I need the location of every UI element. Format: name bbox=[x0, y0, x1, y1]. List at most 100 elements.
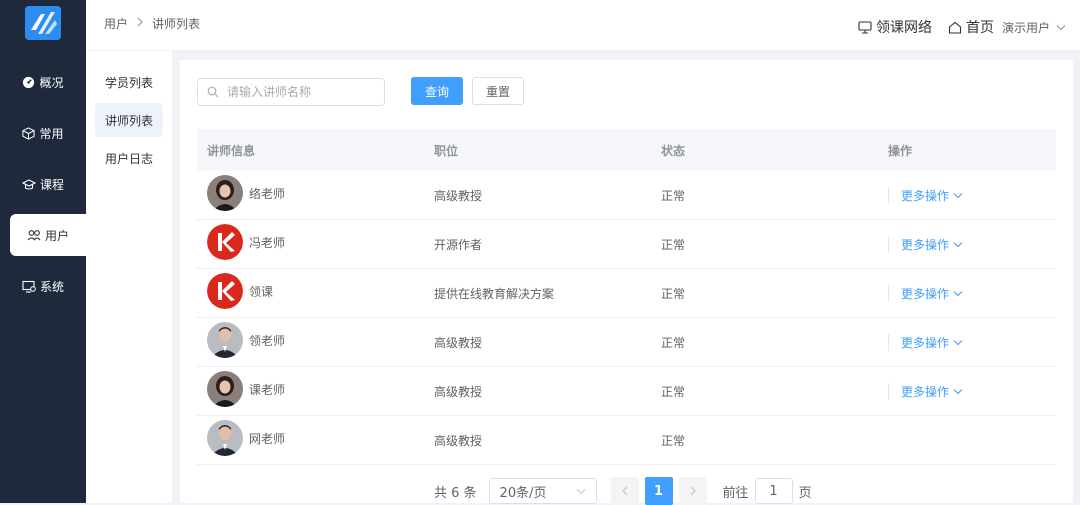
sidebar-item-label: 课程 bbox=[39, 177, 64, 192]
logo-icon bbox=[25, 6, 61, 40]
user-menu[interactable]: 演示用户 bbox=[1002, 19, 1066, 36]
home-link[interactable]: 首页 bbox=[948, 17, 994, 37]
cell-position: 高级教授 bbox=[434, 433, 483, 448]
chevron-down-icon bbox=[953, 192, 963, 199]
chevron-right-icon bbox=[690, 486, 696, 496]
table-header: 讲师信息 职位 状态 操作 bbox=[197, 129, 1056, 171]
chevron-down-icon bbox=[576, 484, 586, 499]
users-icon bbox=[27, 229, 41, 242]
more-actions-label: 更多操作 bbox=[901, 237, 950, 252]
chevron-down-icon bbox=[1056, 24, 1066, 31]
subnav-item-students[interactable]: 学员列表 bbox=[95, 65, 163, 99]
subnav-item-label: 讲师列表 bbox=[104, 113, 153, 128]
more-actions-dropdown[interactable]: 更多操作 bbox=[888, 333, 1056, 351]
goto-page-input[interactable] bbox=[754, 478, 793, 504]
table-row: 领课 提供在线教育解决方案 正常 更多操作 bbox=[197, 269, 1056, 318]
cell-status: 正常 bbox=[661, 286, 686, 301]
dashboard-icon bbox=[22, 76, 35, 89]
next-page-button[interactable] bbox=[678, 477, 707, 505]
search-icon bbox=[207, 86, 219, 98]
table-row: 课老师 高级教授 正常 更多操作 bbox=[197, 367, 1056, 416]
table-row: 冯老师 开源作者 正常 更多操作 bbox=[197, 220, 1056, 269]
teacher-name: 课老师 bbox=[249, 382, 286, 397]
sidebar-item-system[interactable]: 系统 bbox=[0, 265, 86, 307]
graduation-cap-icon bbox=[21, 178, 36, 191]
cell-actions: 更多操作 bbox=[878, 186, 1056, 204]
cell-actions: 更多操作 bbox=[878, 284, 1056, 302]
more-actions-dropdown[interactable]: 更多操作 bbox=[888, 382, 1056, 400]
sidebar-item-courses[interactable]: 课程 bbox=[0, 163, 86, 205]
more-actions-label: 更多操作 bbox=[901, 286, 950, 301]
avatar bbox=[207, 175, 243, 211]
site-link[interactable]: 领课网络 bbox=[858, 17, 932, 37]
breadcrumb: 用户 讲师列表 bbox=[104, 0, 200, 46]
more-actions-label: 更多操作 bbox=[901, 384, 950, 399]
reset-button[interactable]: 重置 bbox=[472, 77, 524, 105]
cell-teacher-info: 领课 bbox=[197, 273, 424, 309]
teacher-name: 领课 bbox=[249, 284, 274, 299]
chevron-down-icon bbox=[953, 388, 963, 395]
chevron-down-icon bbox=[953, 241, 963, 248]
column-header-teacher-info: 讲师信息 bbox=[207, 143, 256, 158]
monitor-settings-icon bbox=[22, 280, 36, 293]
chevron-down-icon bbox=[953, 290, 963, 297]
cell-position: 高级教授 bbox=[434, 335, 483, 350]
chevron-right-icon bbox=[136, 16, 144, 30]
sidebar-item-overview[interactable]: 概况 bbox=[0, 61, 86, 103]
main-sidebar: 概况 常用 课程 用户 系统 bbox=[0, 0, 86, 503]
more-actions-label: 更多操作 bbox=[901, 335, 950, 350]
cell-teacher-info: 冯老师 bbox=[197, 224, 424, 260]
avatar bbox=[207, 224, 243, 260]
avatar bbox=[207, 420, 243, 456]
home-icon bbox=[948, 21, 962, 34]
cell-teacher-info: 课老师 bbox=[197, 371, 424, 407]
sidebar-item-common[interactable]: 常用 bbox=[0, 112, 86, 154]
cell-teacher-info: 领老师 bbox=[197, 322, 424, 358]
sidebar-item-label: 常用 bbox=[39, 126, 64, 141]
teacher-name: 领老师 bbox=[249, 333, 286, 348]
teacher-search-box bbox=[197, 78, 385, 106]
page-size-select[interactable]: 20条/页 bbox=[488, 478, 597, 504]
teacher-name: 网老师 bbox=[249, 431, 286, 446]
column-header-status: 状态 bbox=[661, 143, 686, 158]
column-header-position: 职位 bbox=[434, 143, 459, 158]
cell-status: 正常 bbox=[661, 237, 686, 252]
table-row: 络老师 高级教授 正常 更多操作 bbox=[197, 171, 1056, 220]
more-actions-dropdown[interactable]: 更多操作 bbox=[888, 284, 1056, 302]
subnav-item-label: 学员列表 bbox=[104, 75, 153, 90]
main-content: 查询 重置 讲师信息 职位 状态 操作 络老师高级教授正常更多操作冯老师开源作者… bbox=[180, 60, 1073, 505]
teacher-info: 络老师 bbox=[207, 175, 424, 211]
table-row: 领老师 高级教授 正常 更多操作 bbox=[197, 318, 1056, 367]
subnav-item-user-logs[interactable]: 用户日志 bbox=[95, 141, 163, 175]
subnav-item-label: 用户日志 bbox=[104, 151, 153, 166]
goto-suffix: 页 bbox=[798, 485, 812, 501]
cell-position: 提供在线教育解决方案 bbox=[434, 286, 555, 301]
sidebar-item-users[interactable]: 用户 bbox=[10, 214, 86, 256]
teacher-info: 领老师 bbox=[207, 322, 424, 358]
breadcrumb-item-teacher-list: 讲师列表 bbox=[152, 16, 201, 31]
teacher-info: 课老师 bbox=[207, 371, 424, 407]
app-logo[interactable] bbox=[25, 6, 61, 40]
subnav-item-teachers[interactable]: 讲师列表 bbox=[95, 103, 163, 137]
teacher-info: 网老师 bbox=[207, 420, 424, 456]
page-number-button[interactable]: 1 bbox=[644, 477, 673, 505]
home-link-label: 首页 bbox=[965, 20, 994, 36]
teacher-info: 领课 bbox=[207, 273, 424, 309]
cube-icon bbox=[22, 126, 36, 140]
cell-position: 开源作者 bbox=[434, 237, 483, 252]
cell-position: 高级教授 bbox=[434, 384, 483, 399]
header-actions: 领课网络 首页 演示用户 bbox=[842, 0, 1066, 54]
breadcrumb-item-users[interactable]: 用户 bbox=[104, 15, 128, 32]
cell-teacher-info: 络老师 bbox=[197, 175, 424, 211]
goto-prefix: 前往 bbox=[722, 485, 749, 501]
site-link-label: 领课网络 bbox=[875, 20, 932, 36]
prev-page-button[interactable] bbox=[610, 477, 639, 505]
query-button[interactable]: 查询 bbox=[411, 77, 463, 105]
avatar bbox=[207, 371, 243, 407]
table-row: 网老师 高级教授 正常 bbox=[197, 416, 1056, 465]
chevron-down-icon bbox=[953, 339, 963, 346]
teacher-name: 冯老师 bbox=[249, 235, 286, 250]
teacher-name-input[interactable] bbox=[225, 84, 379, 100]
more-actions-dropdown[interactable]: 更多操作 bbox=[888, 186, 1056, 204]
more-actions-dropdown[interactable]: 更多操作 bbox=[888, 235, 1056, 253]
